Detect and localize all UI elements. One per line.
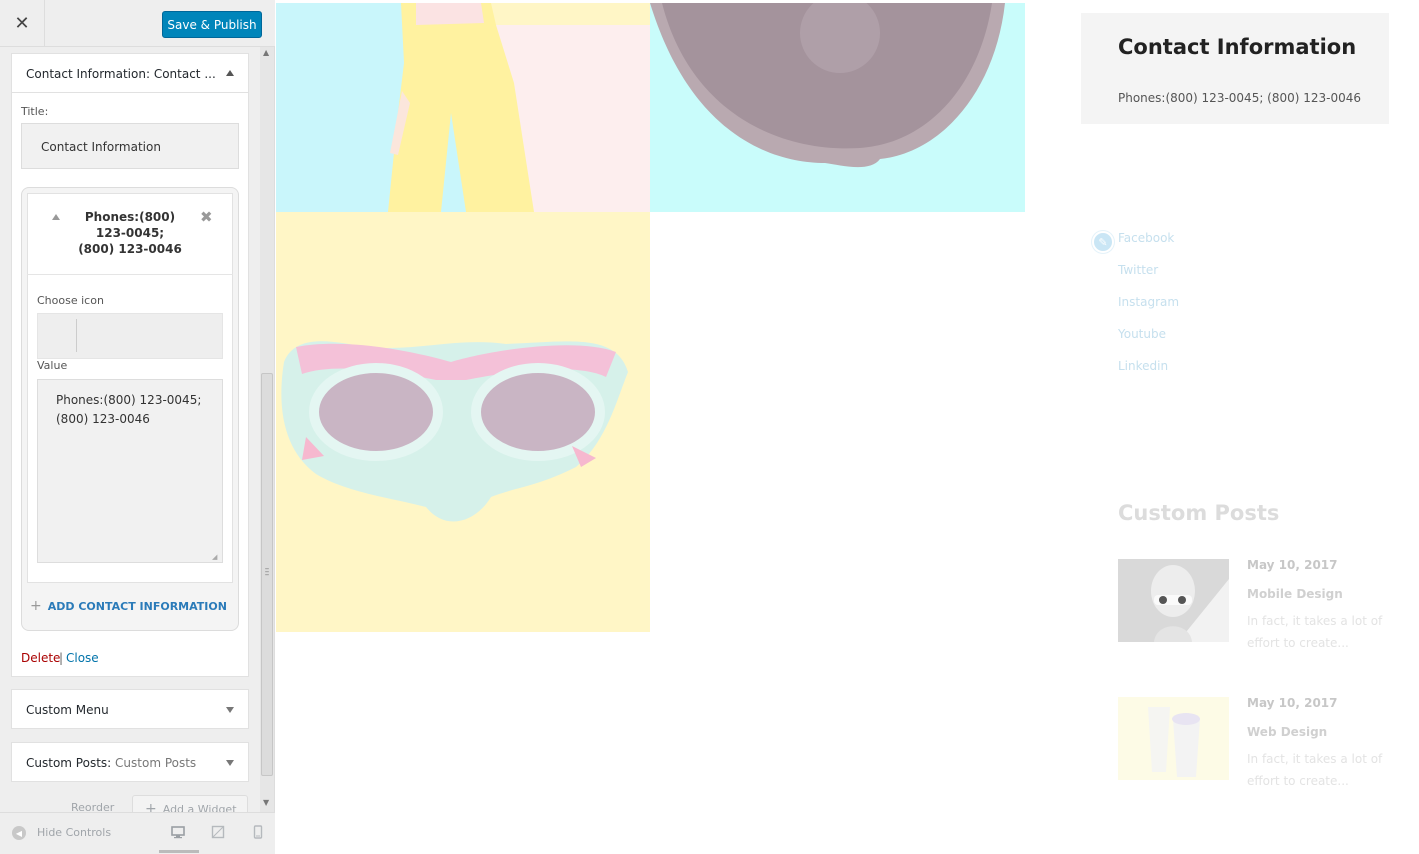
customizer-sidebar: ✕ Save & Publish ▲ – – – ▼ Contact Informa… (0, 0, 275, 854)
post-thumbnail[interactable] (1118, 697, 1229, 780)
contact-item-title: Phones:(800) 123-0045; (800) 123-0046 (78, 210, 182, 256)
scrollbar-grip-icon: – – – (264, 564, 270, 580)
contact-information-block (1081, 13, 1389, 124)
scroll-down-arrow-icon[interactable]: ▼ (263, 798, 269, 807)
expand-arrow-icon[interactable] (226, 707, 234, 713)
custom-posts-widget[interactable]: Custom Posts: Custom Posts (11, 742, 249, 782)
icon-picker[interactable] (37, 313, 223, 359)
desktop-preview-icon[interactable] (171, 825, 185, 839)
portfolio-image-sunglasses[interactable] (276, 212, 650, 632)
plus-icon: + (30, 598, 42, 614)
title-label: Title: (21, 105, 49, 118)
active-device-indicator (159, 850, 199, 853)
post-date: May 10, 2017 (1247, 558, 1338, 572)
mobile-design-thumbnail-image (1118, 559, 1229, 642)
contact-phones-text: Phones:(800) 123-0045; (800) 123-0046 (1118, 91, 1362, 105)
resize-grip-icon[interactable]: ◢ (212, 553, 217, 561)
glitter-sphere-image (650, 3, 1025, 212)
link-separator: | (59, 651, 64, 665)
site-preview: Contact Information Phones:(800) 123-004… (276, 0, 1419, 854)
social-link-instagram[interactable]: Instagram (1118, 295, 1179, 309)
value-label: Value (37, 359, 68, 372)
custom-posts-name: Custom Posts (115, 756, 197, 770)
hide-controls-icon[interactable]: ◀ (12, 826, 26, 840)
contact-information-heading: Contact Information (1118, 35, 1357, 59)
social-link-linkedin[interactable]: Linkedin (1118, 359, 1168, 373)
social-link-twitter[interactable]: Twitter (1118, 263, 1158, 277)
custom-menu-label: Custom Menu (26, 703, 109, 717)
sunglasses-image (276, 212, 650, 632)
item-collapse-arrow-icon[interactable] (52, 214, 60, 220)
post-excerpt: In fact, it takes a lot of effort to cre… (1247, 614, 1383, 650)
title-input[interactable]: Contact Information (21, 123, 239, 169)
post-thumbnail[interactable] (1118, 559, 1229, 642)
scroll-up-arrow-icon[interactable]: ▲ (263, 48, 269, 57)
save-publish-button[interactable]: Save & Publish (162, 11, 262, 38)
contact-widget-header[interactable]: Contact Information: Contact ... (12, 54, 248, 93)
tablet-preview-icon[interactable] (211, 825, 225, 839)
add-contact-label: ADD CONTACT INFORMATION (47, 600, 227, 613)
post-date: May 10, 2017 (1247, 696, 1338, 710)
post-title-link[interactable]: Mobile Design (1247, 587, 1343, 601)
close-widget-link[interactable]: Close (66, 651, 99, 665)
custom-posts-prefix: Custom Posts: (26, 756, 112, 770)
collapse-arrow-icon[interactable] (226, 70, 234, 76)
fashion-model-image (276, 3, 650, 212)
remove-item-icon[interactable]: ✖ (200, 208, 213, 226)
edit-shortcut-pencil-icon[interactable]: ✎ (1092, 231, 1114, 253)
value-textarea[interactable]: Phones:(800) 123-0045; (800) 123-0046 (37, 379, 223, 563)
portfolio-image-sphere[interactable] (650, 3, 1025, 212)
contact-widget-header-label: Contact Information: Contact ... (26, 67, 216, 81)
hide-controls-button[interactable]: Hide Controls (37, 826, 111, 839)
social-link-facebook[interactable]: Facebook (1118, 231, 1174, 245)
delete-widget-link[interactable]: Delete (21, 651, 60, 665)
custom-menu-widget[interactable]: Custom Menu (11, 689, 249, 729)
post-title-link[interactable]: Web Design (1247, 725, 1327, 739)
expand-arrow-icon[interactable] (226, 760, 234, 766)
web-design-thumbnail-image (1118, 697, 1229, 780)
post-excerpt: In fact, it takes a lot of effort to cre… (1247, 752, 1383, 788)
mobile-preview-icon[interactable] (251, 825, 265, 839)
close-icon: ✕ (14, 12, 30, 34)
close-customizer-button[interactable]: ✕ (0, 0, 45, 46)
social-link-youtube[interactable]: Youtube (1118, 327, 1166, 341)
add-contact-information-button[interactable]: + ADD CONTACT INFORMATION (30, 598, 227, 614)
icon-picker-divider (76, 319, 77, 352)
portfolio-image-fashion[interactable] (276, 3, 650, 212)
choose-icon-label: Choose icon (37, 294, 104, 307)
custom-posts-heading: Custom Posts (1118, 501, 1280, 525)
custom-posts-widget-title: Custom Posts: Custom Posts (26, 756, 196, 770)
